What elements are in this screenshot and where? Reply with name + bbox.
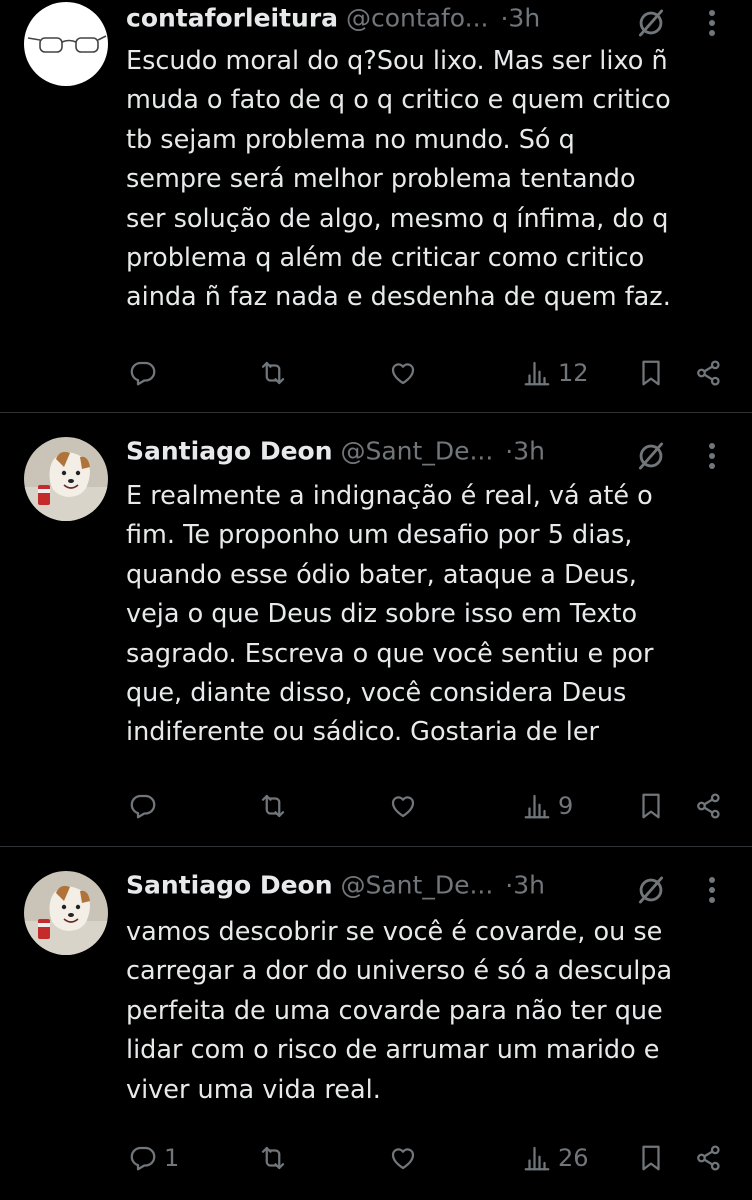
share-button[interactable] [694, 788, 724, 824]
tweet-text: E realmente a indignação é real, vá até … [126, 481, 654, 748]
dog-avatar-icon[interactable] [24, 871, 108, 955]
views-button[interactable]: 26 [522, 1140, 589, 1176]
retweet-icon [258, 791, 288, 821]
retweet-icon [258, 1143, 288, 1173]
share-button[interactable] [694, 1140, 724, 1176]
bookmark-icon [636, 358, 666, 388]
reply-icon [128, 358, 158, 388]
views-button[interactable]: 12 [522, 355, 589, 391]
retweet-button[interactable] [258, 788, 294, 824]
bookmark-icon [636, 1143, 666, 1173]
views-icon [522, 358, 552, 388]
grok-icon[interactable] [634, 6, 668, 40]
author-name[interactable]: contaforleitura [126, 4, 338, 33]
bookmark-button[interactable] [636, 355, 666, 391]
author-handle[interactable]: @contafo... [346, 4, 489, 33]
more-options-icon[interactable] [706, 875, 718, 905]
glasses-avatar-icon[interactable] [24, 2, 108, 86]
bookmark-icon [636, 791, 666, 821]
like-button[interactable] [388, 788, 424, 824]
separator: · [505, 870, 514, 900]
tweet-2[interactable]: Santiago Deon @Sant_De... ·3h E realment… [0, 413, 752, 846]
views-button[interactable]: 9 [522, 788, 573, 824]
reply-icon [128, 791, 158, 821]
bookmark-button[interactable] [636, 1140, 666, 1176]
grok-icon[interactable] [634, 439, 668, 473]
bookmark-button[interactable] [636, 788, 666, 824]
author-handle[interactable]: @Sant_De... [340, 871, 493, 900]
views-icon [522, 791, 552, 821]
like-button[interactable] [388, 1140, 424, 1176]
retweet-button[interactable] [258, 355, 294, 391]
timestamp[interactable]: 3h [513, 437, 545, 466]
retweet-icon [258, 358, 288, 388]
dog-avatar-icon[interactable] [24, 437, 108, 521]
reply-button[interactable] [128, 355, 164, 391]
heart-icon [388, 791, 418, 821]
reply-button[interactable]: 1 [128, 1140, 179, 1176]
views-icon [522, 1143, 552, 1173]
author-name[interactable]: Santiago Deon [126, 871, 333, 900]
timestamp[interactable]: 3h [513, 871, 545, 900]
more-options-icon[interactable] [706, 441, 718, 471]
timestamp[interactable]: 3h [508, 4, 540, 33]
heart-icon [388, 358, 418, 388]
tweet-3[interactable]: Santiago Deon @Sant_De... ·3h vamos desc… [0, 847, 752, 1200]
tweet-1[interactable]: contaforleitura @contafo... ·3h Escudo m… [0, 0, 752, 412]
reply-button[interactable] [128, 788, 164, 824]
reply-count: 1 [164, 1144, 180, 1172]
share-icon [694, 791, 724, 821]
share-icon [694, 358, 724, 388]
grok-icon[interactable] [634, 873, 668, 907]
view-count: 12 [558, 359, 589, 387]
like-button[interactable] [388, 355, 424, 391]
separator: · [505, 436, 514, 466]
author-name[interactable]: Santiago Deon [126, 437, 333, 466]
reply-icon [128, 1143, 158, 1173]
heart-icon [388, 1143, 418, 1173]
more-options-icon[interactable] [706, 8, 718, 38]
share-icon [694, 1143, 724, 1173]
view-count: 26 [558, 1144, 589, 1172]
tweet-text: vamos descobrir se você é covarde, ou se… [126, 917, 673, 1105]
author-handle[interactable]: @Sant_De... [340, 437, 493, 466]
tweet-text: Escudo moral do q?Sou lixo. Mas ser lixo… [126, 46, 671, 313]
view-count: 9 [558, 792, 574, 820]
retweet-button[interactable] [258, 1140, 294, 1176]
share-button[interactable] [694, 355, 724, 391]
